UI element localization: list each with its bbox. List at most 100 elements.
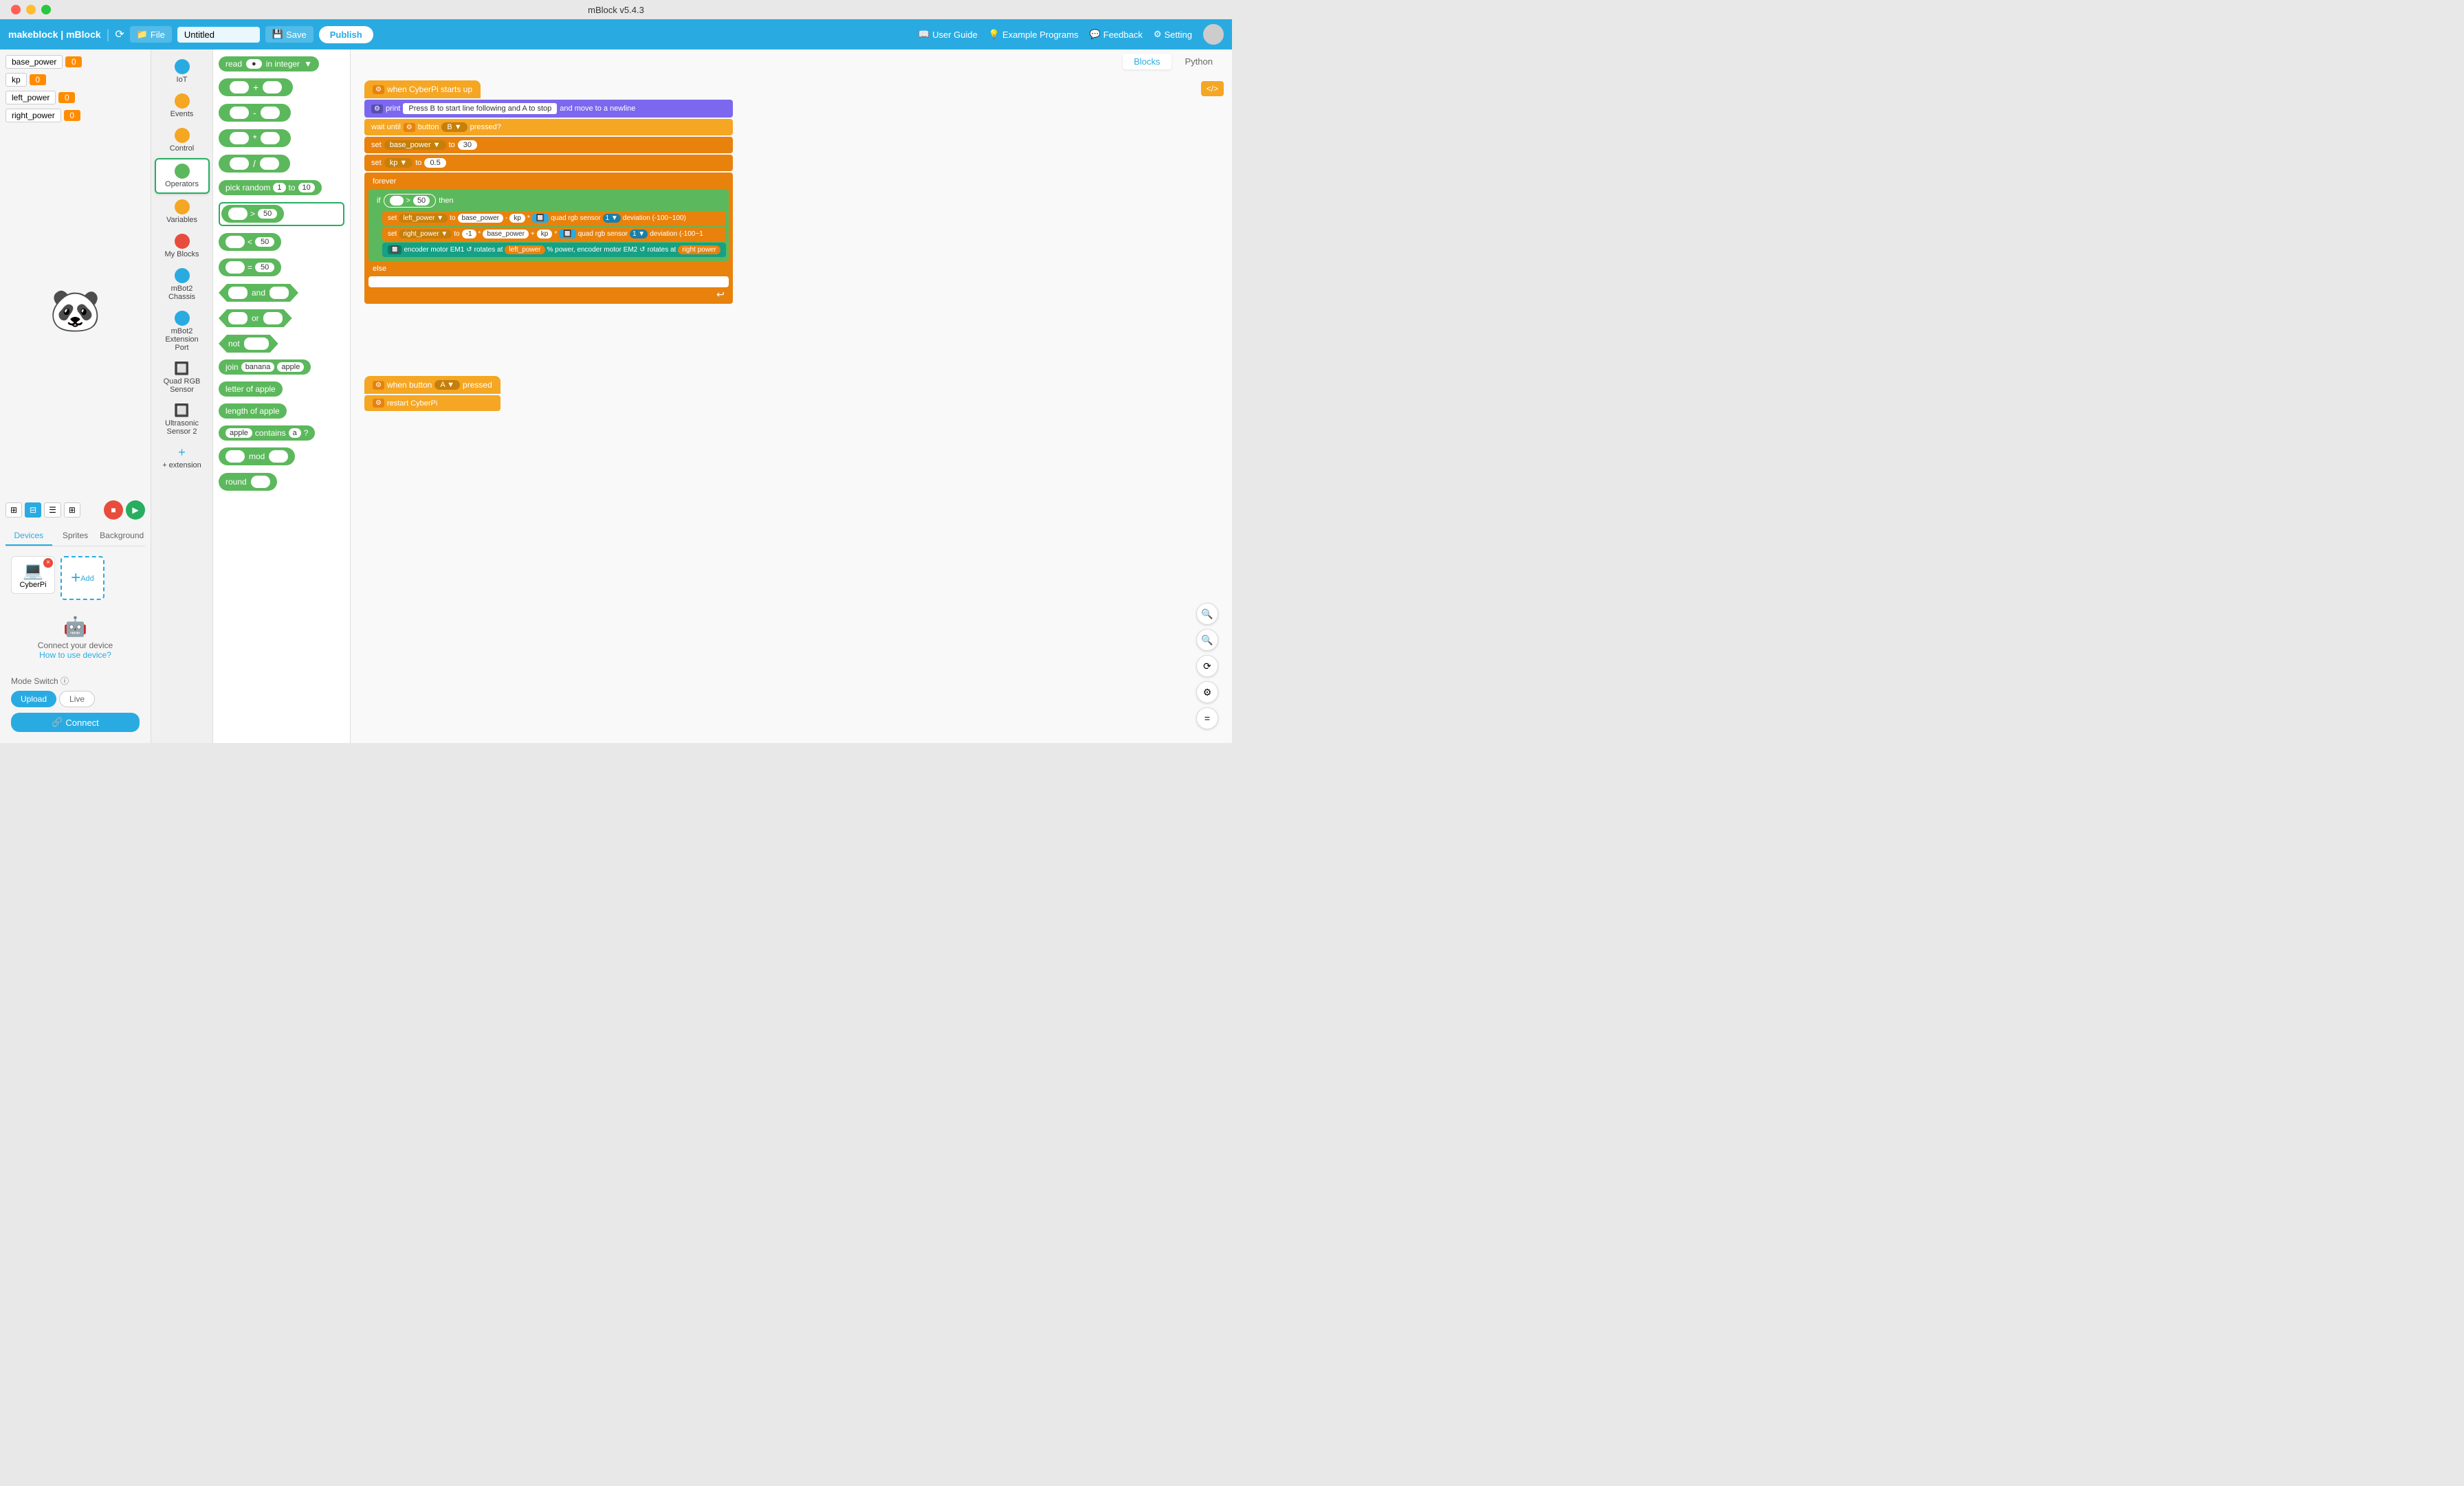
cat-extension[interactable]: + + extension bbox=[155, 441, 210, 474]
equals-button[interactable]: = bbox=[1196, 707, 1218, 729]
print-block[interactable]: ⚙ print Press B to start line following … bbox=[364, 100, 733, 118]
block-divide[interactable]: / bbox=[219, 155, 344, 173]
button-a-dropdown[interactable]: A ▼ bbox=[434, 380, 460, 390]
upload-mode-button[interactable]: Upload bbox=[11, 691, 56, 707]
block-length[interactable]: length of apple bbox=[219, 403, 344, 419]
mode-switch-label: Mode Switch ⓘ bbox=[11, 675, 140, 687]
contains-question: ? bbox=[304, 428, 309, 438]
left-power-dropdown[interactable]: left_power ▼ bbox=[399, 214, 448, 223]
cat-ultrasonic[interactable]: 🔲 Ultrasonic Sensor 2 bbox=[155, 399, 210, 440]
block-join[interactable]: join banana apple bbox=[219, 359, 344, 375]
tab-blocks[interactable]: Blocks bbox=[1123, 54, 1171, 69]
button-b-dropdown[interactable]: B ▼ bbox=[441, 122, 467, 132]
set-right-power-block[interactable]: set right_power ▼ to -1 * base_power + k… bbox=[382, 227, 726, 241]
wait-label: wait until bbox=[371, 123, 401, 131]
block-contains[interactable]: apple contains a ? bbox=[219, 425, 344, 441]
user-avatar[interactable] bbox=[1203, 24, 1224, 45]
block-multiply[interactable]: * bbox=[219, 129, 344, 148]
neg-one: -1 bbox=[462, 230, 476, 239]
book-icon: 📖 bbox=[918, 29, 930, 40]
sensor-num[interactable]: 1 ▼ bbox=[603, 214, 621, 223]
refresh-icon[interactable]: ⟳ bbox=[115, 27, 124, 41]
view-btn-4[interactable]: ⊞ bbox=[64, 502, 80, 518]
restart-block[interactable]: ⚙ restart CyberPi bbox=[364, 395, 500, 411]
canvas-content: ⚙ when CyberPi starts up ⚙ print Press B… bbox=[351, 74, 1232, 740]
file-button[interactable]: 📁 File bbox=[130, 26, 172, 43]
feedback-link[interactable]: 💬 Feedback bbox=[1090, 29, 1143, 40]
random-to: 10 bbox=[298, 183, 315, 192]
connect-button[interactable]: 🔗 Connect bbox=[11, 713, 140, 732]
block-round[interactable]: round bbox=[219, 473, 344, 491]
devices-area: × 💻 CyberPi + Add bbox=[6, 551, 145, 606]
view-btn-1[interactable]: ⊞ bbox=[6, 502, 22, 518]
stop-button[interactable]: ■ bbox=[104, 500, 123, 520]
block-and[interactable]: and bbox=[219, 284, 344, 302]
tab-sprites[interactable]: Sprites bbox=[52, 526, 99, 546]
block-minus[interactable]: - bbox=[219, 104, 344, 122]
tab-python[interactable]: Python bbox=[1174, 54, 1224, 69]
set-left-power-block[interactable]: set left_power ▼ to base_power - kp * 🔲 … bbox=[382, 211, 726, 225]
add-device-button[interactable]: + Add bbox=[60, 556, 104, 600]
cat-control[interactable]: Control bbox=[155, 124, 210, 157]
wait-until-block[interactable]: wait until ⚙ button B ▼ pressed? bbox=[364, 119, 733, 135]
cat-iot[interactable]: IoT bbox=[155, 55, 210, 88]
right-power-dropdown[interactable]: right_power ▼ bbox=[399, 230, 452, 239]
block-less[interactable]: < 50 bbox=[219, 233, 344, 252]
tab-background[interactable]: Background bbox=[98, 526, 145, 546]
settings-button[interactable]: ⚙ bbox=[1196, 681, 1218, 703]
else-body bbox=[368, 276, 729, 287]
block-mod[interactable]: mod bbox=[219, 447, 344, 466]
view-btn-2[interactable]: ⊟ bbox=[25, 502, 41, 518]
block-plus[interactable]: + bbox=[219, 78, 344, 97]
canvas-area: Blocks Python </> ⚙ when CyberPi starts … bbox=[351, 49, 1232, 743]
block-letter[interactable]: letter of apple bbox=[219, 381, 344, 397]
wait-button: button bbox=[418, 123, 439, 131]
example-programs-link[interactable]: 💡 Example Programs bbox=[989, 29, 1079, 40]
close-button[interactable] bbox=[11, 5, 21, 14]
block-random[interactable]: pick random 1 to 10 bbox=[219, 180, 344, 195]
cat-mbot2-ext[interactable]: mBot2 Extension Port bbox=[155, 307, 210, 356]
go-button[interactable]: ▶ bbox=[126, 500, 145, 520]
plus-symbol: + bbox=[253, 82, 258, 93]
setting-link[interactable]: ⚙ Setting bbox=[1154, 29, 1192, 40]
set-base-power-block[interactable]: set base_power ▼ to 30 bbox=[364, 137, 733, 153]
base-power-dropdown[interactable]: base_power ▼ bbox=[384, 140, 446, 150]
live-mode-button[interactable]: Live bbox=[59, 691, 95, 707]
block-equal[interactable]: = 50 bbox=[219, 258, 344, 277]
how-to-link[interactable]: How to use device? bbox=[11, 650, 140, 660]
cat-variables[interactable]: Variables bbox=[155, 195, 210, 228]
user-guide-link[interactable]: 📖 User Guide bbox=[918, 29, 978, 40]
hat-block-button-a[interactable]: ⚙ when button A ▼ pressed bbox=[364, 376, 500, 394]
block-read-in[interactable]: read ● in integer ▼ bbox=[219, 56, 344, 71]
hat-block-cyberpi-starts[interactable]: ⚙ when CyberPi starts up bbox=[364, 80, 481, 98]
brand-logo: makeblock | mBlock bbox=[8, 29, 101, 40]
encoder-motor-block[interactable]: 🔲 encoder motor EM1 ↺ rotates at left_po… bbox=[382, 243, 726, 257]
project-title-input[interactable] bbox=[177, 27, 260, 43]
sensor-num2[interactable]: 1 ▼ bbox=[630, 230, 648, 239]
kp-dropdown[interactable]: kp ▼ bbox=[384, 158, 413, 168]
view-btn-3[interactable]: ☰ bbox=[44, 502, 61, 518]
cat-events[interactable]: Events bbox=[155, 89, 210, 122]
code-toggle-button[interactable]: </> bbox=[1201, 81, 1224, 96]
minimize-button[interactable] bbox=[26, 5, 36, 14]
cat-quad-rgb[interactable]: 🔲 Quad RGB Sensor bbox=[155, 357, 210, 398]
device-close-icon[interactable]: × bbox=[43, 558, 53, 568]
zoom-out-button[interactable]: 🔍 bbox=[1196, 629, 1218, 651]
block-greater-highlighted[interactable]: > 50 bbox=[219, 202, 344, 226]
set-kp-block[interactable]: set kp ▼ to 0.5 bbox=[364, 155, 733, 171]
save-button[interactable]: 💾 Save bbox=[265, 26, 314, 43]
cat-operators[interactable]: Operators bbox=[155, 158, 210, 194]
cat-my-blocks[interactable]: My Blocks bbox=[155, 230, 210, 263]
if-condition: > 50 bbox=[384, 194, 437, 208]
reset-view-button[interactable]: ⟳ bbox=[1196, 655, 1218, 677]
device-cyberpi[interactable]: × 💻 CyberPi bbox=[11, 556, 55, 594]
block-not[interactable]: not bbox=[219, 335, 344, 353]
zoom-in-button[interactable]: 🔍 bbox=[1196, 603, 1218, 625]
publish-button[interactable]: Publish bbox=[319, 26, 373, 43]
toolbar-right: 📖 User Guide 💡 Example Programs 💬 Feedba… bbox=[918, 24, 1224, 45]
block-or[interactable]: or bbox=[219, 309, 344, 328]
cat-mbot2-chassis[interactable]: mBot2 Chassis bbox=[155, 264, 210, 305]
slot-right bbox=[263, 81, 282, 93]
maximize-button[interactable] bbox=[41, 5, 51, 14]
tab-devices[interactable]: Devices bbox=[6, 526, 52, 546]
